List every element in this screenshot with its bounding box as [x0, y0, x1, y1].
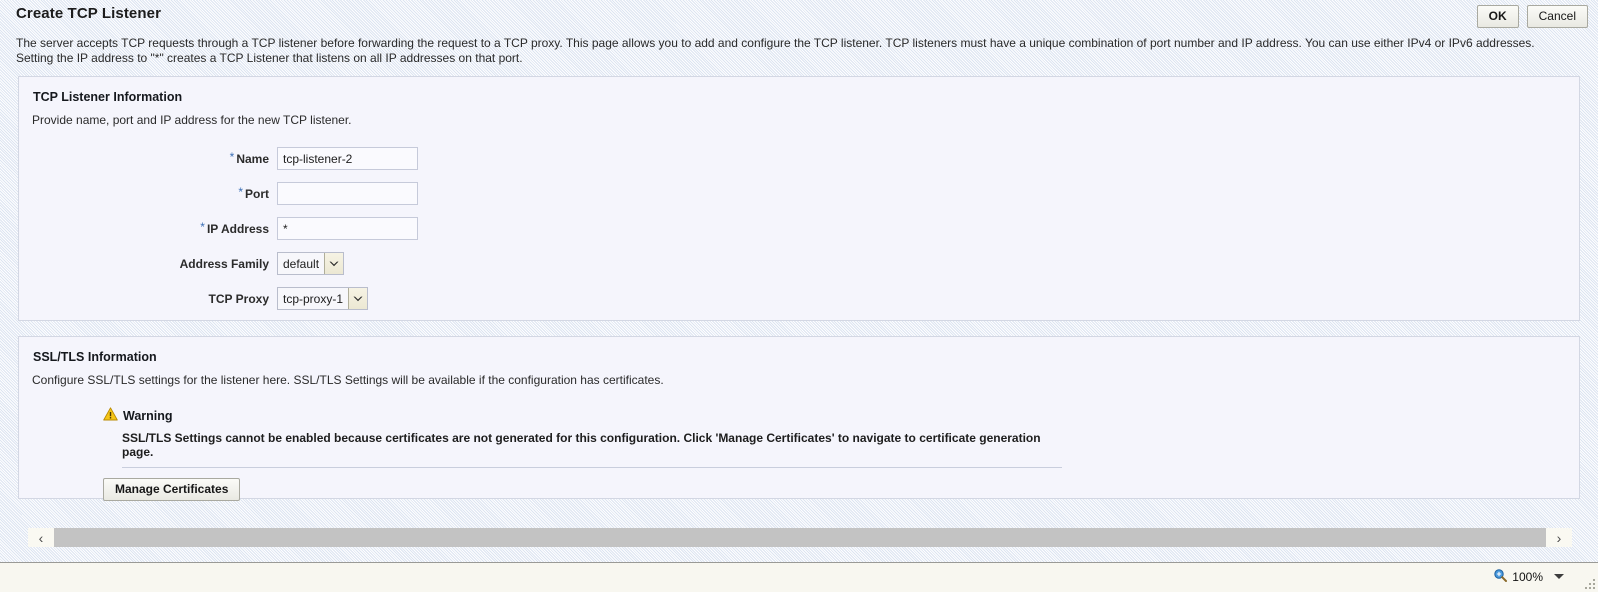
- port-label-text: Port: [245, 186, 269, 201]
- section-description-ssl: Configure SSL/TLS settings for the liste…: [32, 373, 664, 387]
- header-actions: OK Cancel: [1476, 5, 1588, 28]
- port-required-marker: *: [238, 184, 243, 199]
- name-required-marker: *: [229, 149, 235, 164]
- form-row-tcp-proxy: TCP Proxy tcp-proxy-1: [19, 281, 1579, 316]
- scroll-left-arrow-icon[interactable]: ‹: [28, 528, 54, 547]
- address-family-selected-value: default: [283, 256, 320, 271]
- horizontal-scrollbar-thumb[interactable]: [54, 528, 1546, 547]
- page-header: Create TCP Listener OK Cancel: [0, 0, 1598, 34]
- warning-triangle-icon: [103, 407, 118, 424]
- tcp-listener-form: *Name *Port *IP Address Address Family: [19, 141, 1579, 316]
- chevron-down-icon[interactable]: [1554, 574, 1564, 579]
- ssl-warning-block: Warning SSL/TLS Settings cannot be enabl…: [103, 407, 1503, 501]
- section-title-ssl: SSL/TLS Information: [33, 350, 157, 364]
- ok-button[interactable]: OK: [1476, 5, 1519, 28]
- tcp-proxy-label: TCP Proxy: [19, 292, 277, 306]
- manage-certificates-button[interactable]: Manage Certificates: [103, 478, 241, 501]
- zoom-level-label: 100%: [1512, 569, 1543, 584]
- zoom-magnifier-icon: [1493, 568, 1508, 585]
- create-tcp-listener-page: Create TCP Listener OK Cancel The server…: [0, 0, 1598, 592]
- address-family-label: Address Family: [19, 257, 277, 271]
- horizontal-scrollbar-track[interactable]: ‹ ›: [28, 528, 1572, 547]
- form-row-name: * Name: [19, 141, 1579, 176]
- port-label: * Port: [19, 184, 277, 201]
- status-bar: 100%: [0, 562, 1598, 592]
- form-row-port: * Port: [19, 176, 1579, 211]
- page-title: Create TCP Listener: [16, 5, 162, 22]
- ip-address-label-text: IP Address: [206, 221, 269, 236]
- tcp-proxy-label-text: TCP Proxy: [208, 291, 269, 306]
- tcp-listener-information-panel: TCP Listener Information Provide name, p…: [18, 76, 1580, 321]
- cancel-button[interactable]: Cancel: [1526, 5, 1588, 28]
- tcp-proxy-selected-value: tcp-proxy-1: [283, 291, 344, 306]
- page-description: The server accepts TCP requests through …: [16, 36, 1536, 66]
- name-label: * Name: [19, 149, 277, 166]
- ip-address-input[interactable]: [277, 217, 418, 240]
- ip-address-required-marker: *: [200, 219, 205, 234]
- zoom-control[interactable]: 100%: [1493, 568, 1564, 585]
- horizontal-scrollbar[interactable]: ‹ ›: [0, 525, 1598, 553]
- warning-heading: Warning: [103, 407, 1503, 424]
- section-title-listener: TCP Listener Information: [33, 90, 183, 104]
- page-description-line-2: Setting the IP address to "*" creates a …: [16, 51, 523, 65]
- name-input[interactable]: [277, 147, 418, 170]
- resize-grip[interactable]: [1583, 577, 1595, 589]
- form-row-address-family: Address Family default: [19, 246, 1579, 281]
- port-input[interactable]: [277, 182, 418, 205]
- warning-heading-text: Warning: [123, 408, 173, 423]
- section-description-listener: Provide name, port and IP address for th…: [32, 113, 352, 127]
- ssl-tls-information-panel: SSL/TLS Information Configure SSL/TLS se…: [18, 336, 1580, 501]
- warning-actions: Manage Certificates: [103, 478, 1503, 501]
- form-row-ip-address: * IP Address: [19, 211, 1579, 246]
- chevron-down-icon[interactable]: [324, 253, 344, 274]
- address-family-select[interactable]: default: [277, 252, 345, 275]
- address-family-label-text: Address Family: [179, 256, 269, 271]
- warning-message: SSL/TLS Settings cannot be enabled becau…: [122, 431, 1062, 468]
- tcp-proxy-select[interactable]: tcp-proxy-1: [277, 287, 369, 310]
- scroll-right-arrow-icon[interactable]: ›: [1546, 528, 1572, 547]
- name-label-text: Name: [236, 151, 269, 166]
- chevron-down-icon[interactable]: [348, 288, 368, 309]
- page-description-line-1: The server accepts TCP requests through …: [16, 36, 1535, 50]
- ip-address-label: * IP Address: [19, 219, 277, 236]
